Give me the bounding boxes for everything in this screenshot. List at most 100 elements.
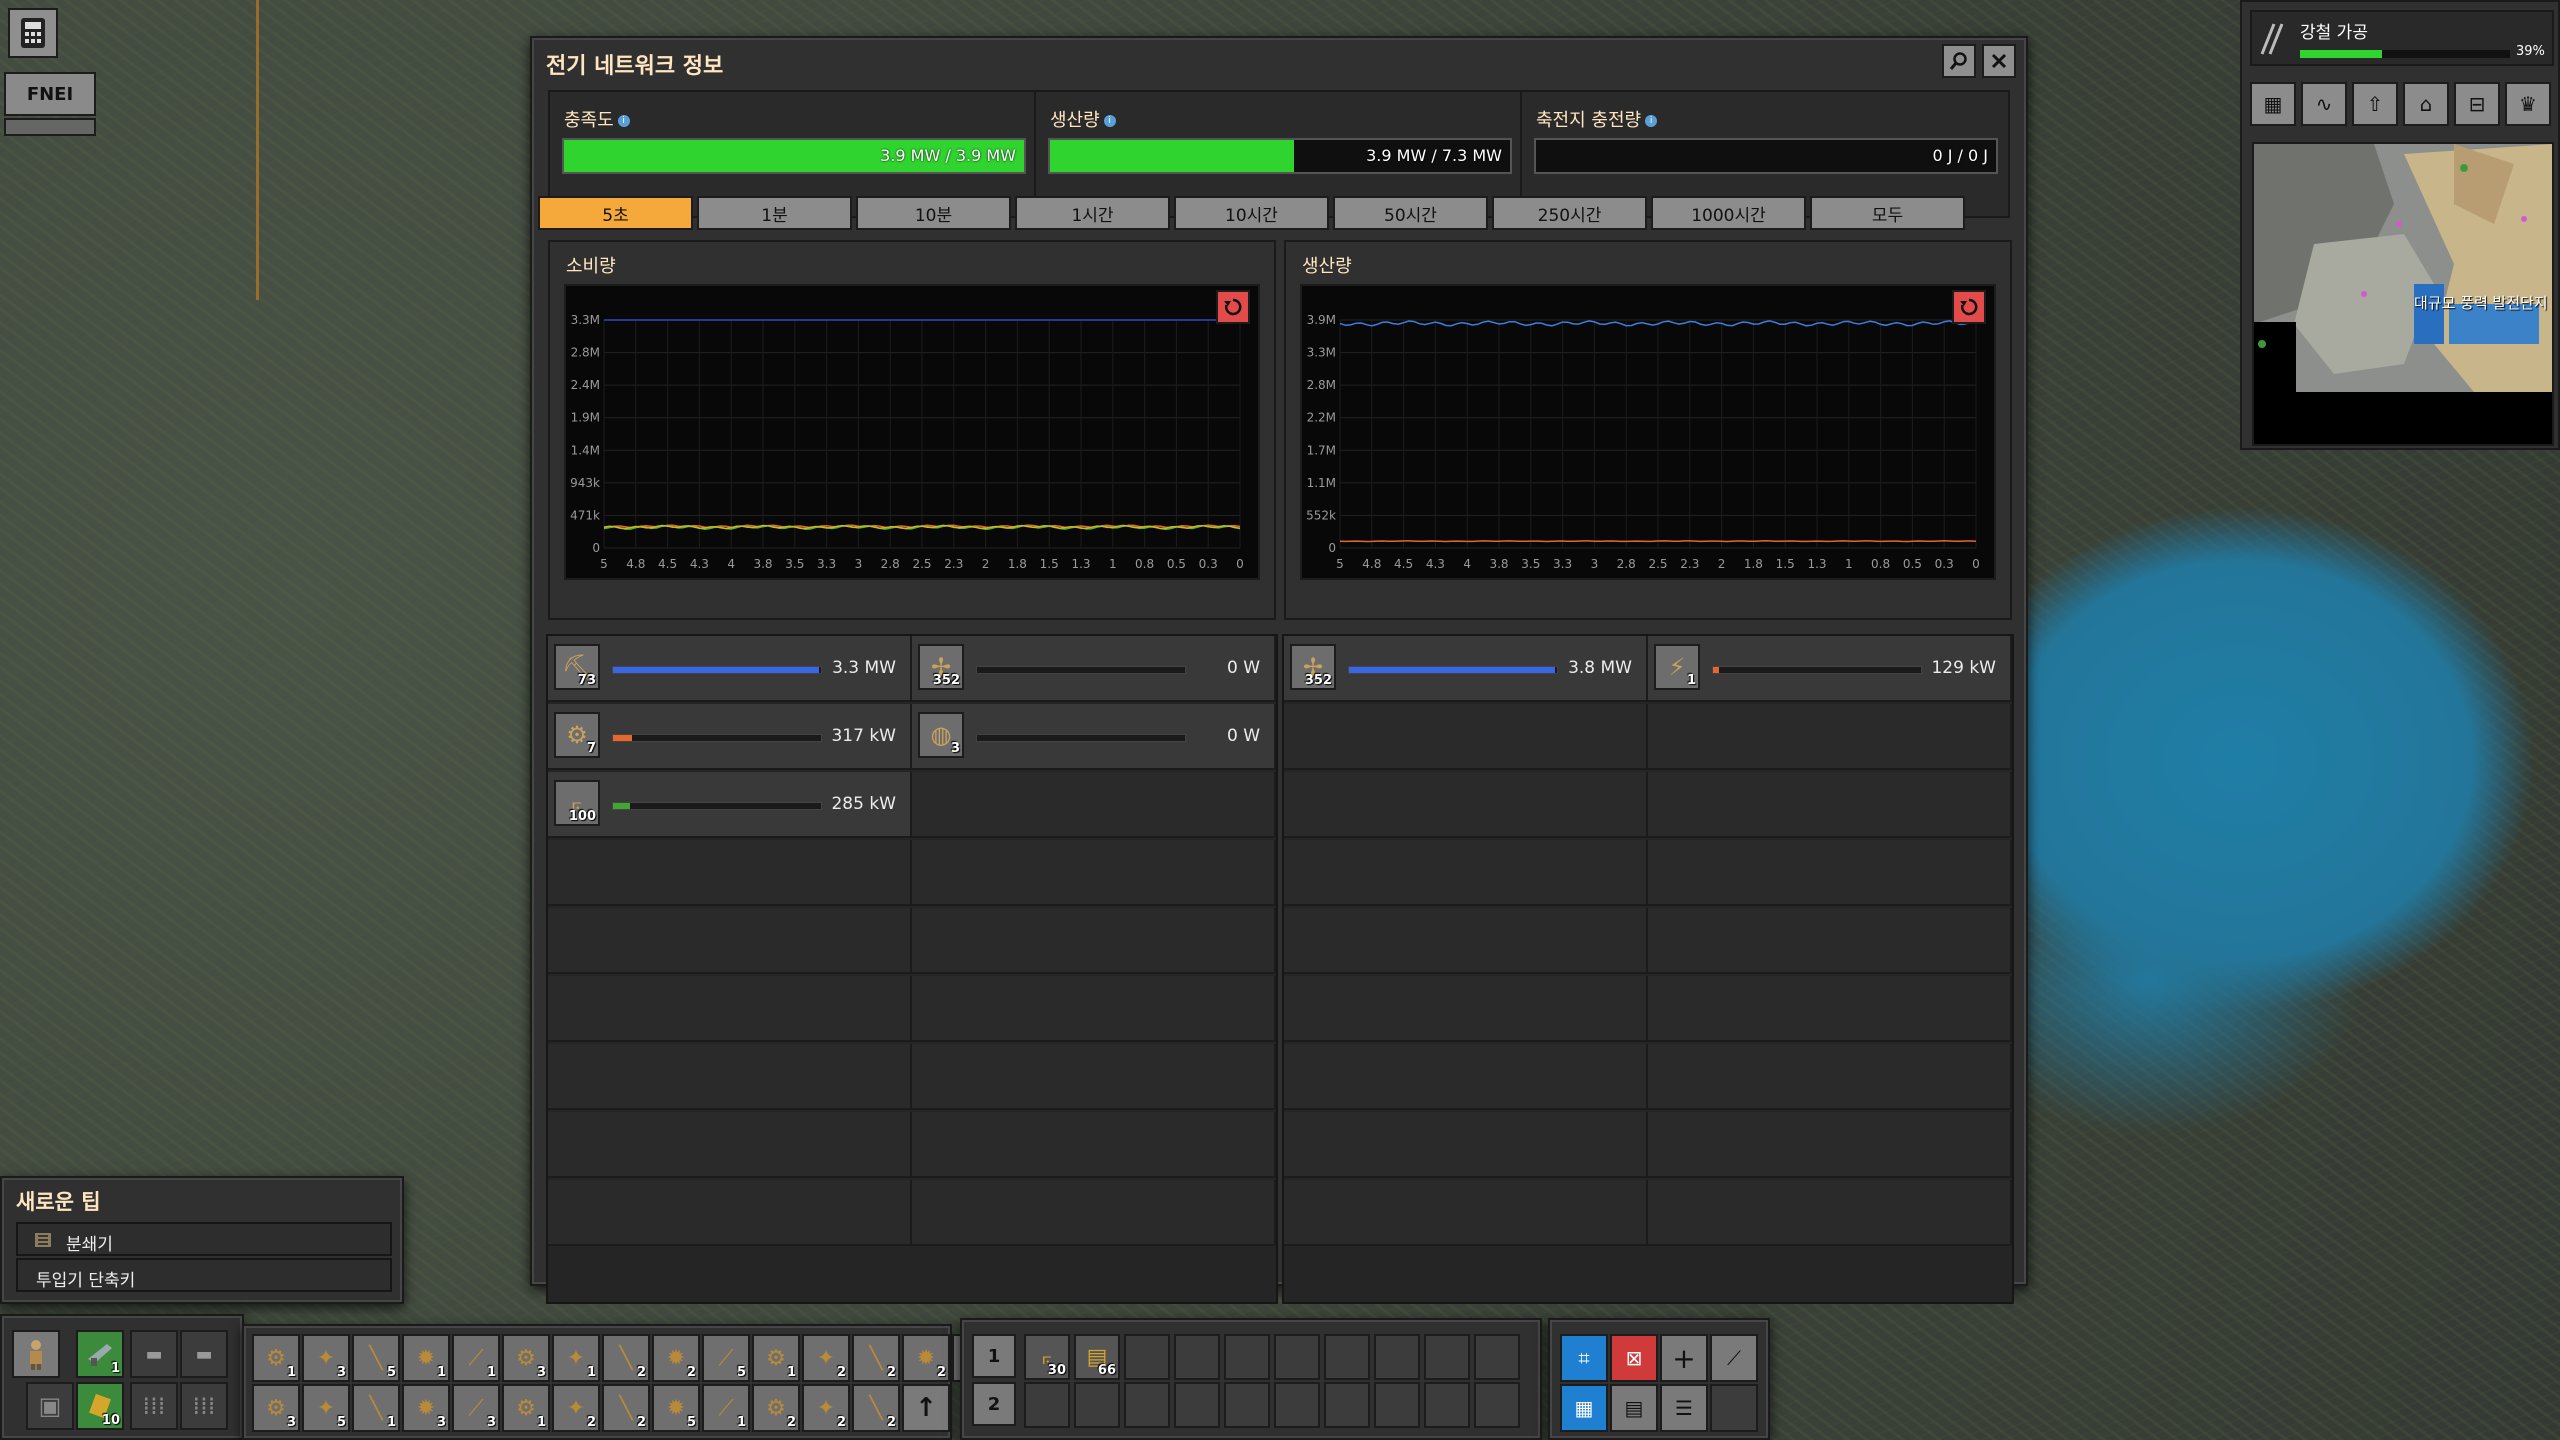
- quickbar-page-slot[interactable]: [1074, 1382, 1120, 1428]
- quickbar-page-slot[interactable]: [1374, 1382, 1420, 1428]
- quickbar-slot[interactable]: ╲ 5: [352, 1334, 400, 1382]
- quickbar-slot[interactable]: ✹ 1: [402, 1334, 450, 1382]
- network-entry[interactable]: ◍ 3 0 W: [912, 704, 1276, 770]
- quickbar-page-slot[interactable]: [1374, 1334, 1420, 1380]
- quickbar-slot[interactable]: ✦ 2: [802, 1384, 850, 1432]
- deconstruct-button[interactable]: ⊠: [1610, 1334, 1658, 1382]
- reset-zoom-button[interactable]: [1952, 290, 1986, 324]
- quickbar-slot[interactable]: ╲ 2: [602, 1334, 650, 1382]
- time-tab[interactable]: 10분: [856, 196, 1011, 230]
- quickbar-page-slot[interactable]: [1324, 1334, 1370, 1380]
- quickbar-page-slot[interactable]: ⟔ 30: [1024, 1334, 1070, 1380]
- armor-slot[interactable]: ▣: [26, 1382, 74, 1430]
- quickbar-slot[interactable]: ✦ 2: [552, 1384, 600, 1432]
- character-slot[interactable]: [12, 1330, 60, 1378]
- quickbar-slot[interactable]: ✹ 2: [652, 1334, 700, 1382]
- quickbar-slot[interactable]: ⚙ 1: [252, 1334, 300, 1382]
- network-entry[interactable]: ⚙ 7 317 kW: [548, 704, 912, 770]
- graduation-cap-button[interactable]: ⌂: [2403, 82, 2449, 126]
- quickbar-page-slot[interactable]: [1124, 1382, 1170, 1428]
- info-icon[interactable]: i: [1103, 115, 1116, 127]
- quickbar-page-slot[interactable]: [1024, 1382, 1070, 1428]
- weapon-slot[interactable]: ▬: [130, 1330, 178, 1378]
- ammo-slot[interactable]: 10: [76, 1382, 124, 1430]
- quickbar-page-slot[interactable]: [1224, 1334, 1270, 1380]
- reset-zoom-button[interactable]: [1216, 290, 1250, 324]
- time-tab[interactable]: 1시간: [1015, 196, 1170, 230]
- calculator-button[interactable]: [8, 8, 58, 58]
- time-tab[interactable]: 250시간: [1492, 196, 1647, 230]
- quickbar-page-slot[interactable]: [1174, 1334, 1220, 1380]
- quickbar-page-slot[interactable]: [1424, 1334, 1470, 1380]
- network-entry[interactable]: ⚡ 1 129 kW: [1648, 636, 2012, 702]
- empty-shortcut-slot[interactable]: [1710, 1384, 1758, 1432]
- quickbar-slot[interactable]: ⚙ 2: [752, 1384, 800, 1432]
- map-button[interactable]: ▦: [2250, 82, 2296, 126]
- info-icon[interactable]: i: [1645, 115, 1658, 127]
- quickbar-slot[interactable]: ⚙ 3: [252, 1384, 300, 1432]
- fnei-button[interactable]: FNEI: [4, 72, 96, 116]
- info-icon[interactable]: i: [617, 115, 630, 127]
- quickbar-slot[interactable]: ╲ 2: [852, 1384, 900, 1432]
- close-button[interactable]: [1982, 44, 2016, 78]
- quickbar-slot[interactable]: ⟋3: [452, 1384, 500, 1432]
- quickbar-slot[interactable]: ╲ 2: [852, 1334, 900, 1382]
- quickbar-page-slot[interactable]: [1174, 1382, 1220, 1428]
- quickbar-page-slot[interactable]: [1424, 1382, 1470, 1428]
- tip-item[interactable]: 투입기 단축키: [16, 1258, 392, 1292]
- quickbar-slot[interactable]: ⟋ 1: [452, 1334, 500, 1382]
- quickbar-slot[interactable]: ✦ 3: [302, 1334, 350, 1382]
- quickbar-slot[interactable]: ✦ 1: [552, 1334, 600, 1382]
- time-tab[interactable]: 1000시간: [1651, 196, 1806, 230]
- calculator-shortcut-button[interactable]: ▤: [1610, 1384, 1658, 1432]
- quickbar-slot[interactable]: ⟋ 1: [702, 1384, 750, 1432]
- rocket-button[interactable]: ⇧: [2352, 82, 2398, 126]
- weapon-slot[interactable]: 1: [76, 1330, 124, 1378]
- quickbar-page-slot[interactable]: [1124, 1334, 1170, 1380]
- minimap[interactable]: 대규모 풍력 발전단지: [2252, 142, 2554, 446]
- weapon-slot[interactable]: ▬: [180, 1330, 228, 1378]
- quickbar-slot[interactable]: ✦ 5: [302, 1384, 350, 1432]
- ammo-slot[interactable]: ⁞⁞⁞: [130, 1382, 178, 1430]
- train-button[interactable]: ⊟: [2454, 82, 2500, 126]
- time-tab[interactable]: 5초: [538, 196, 693, 230]
- quickbar-slot[interactable]: ✹ 2: [902, 1334, 950, 1382]
- quickbar-page-slot[interactable]: [1474, 1334, 1520, 1380]
- quickbar-slot[interactable]: ✹ 5: [652, 1384, 700, 1432]
- pulse-button[interactable]: ∿: [2301, 82, 2347, 126]
- quickbar-slot[interactable]: ╲ 1: [352, 1384, 400, 1432]
- quickbar-slot[interactable]: ⚙ 1: [752, 1334, 800, 1382]
- network-entry[interactable]: ⛏ 73 3.3 MW: [548, 636, 912, 702]
- add-button[interactable]: +: [1660, 1334, 1708, 1382]
- quickbar-slot[interactable]: ⚙ 3: [502, 1334, 550, 1382]
- quickbar-page-slot[interactable]: [1224, 1382, 1270, 1428]
- trophy-button[interactable]: ♛: [2505, 82, 2551, 126]
- quickbar-page-slot[interactable]: [1474, 1382, 1520, 1428]
- quickbar-slot[interactable]: ✹ 3: [402, 1384, 450, 1432]
- page-1-button[interactable]: 1: [972, 1334, 1016, 1378]
- quickbar-slot[interactable]: ↑: [902, 1384, 950, 1432]
- network-entry[interactable]: ⟔ 100 285 kW: [548, 772, 912, 838]
- page-2-button[interactable]: 2: [972, 1382, 1016, 1426]
- research-progress[interactable]: 강철 가공 39%: [2250, 10, 2554, 66]
- ammo-slot[interactable]: ⁞⁞⁞: [180, 1382, 228, 1430]
- select-blueprint-button[interactable]: ⌗: [1560, 1334, 1608, 1382]
- time-tab[interactable]: 1분: [697, 196, 852, 230]
- copy-paste-button[interactable]: ⟋: [1710, 1334, 1758, 1382]
- quickbar-slot[interactable]: ✦ 2: [802, 1334, 850, 1382]
- quickbar-slot[interactable]: ⟋ 5: [702, 1334, 750, 1382]
- search-button[interactable]: [1942, 44, 1976, 78]
- network-entry[interactable]: ✢ 352 3.8 MW: [1284, 636, 1648, 702]
- fnei-toggle[interactable]: [4, 118, 96, 136]
- quickbar-page-slot[interactable]: ▤ 66: [1074, 1334, 1120, 1380]
- blueprint-book-button[interactable]: ▦: [1560, 1384, 1608, 1432]
- quickbar-slot[interactable]: ⚙ 1: [502, 1384, 550, 1432]
- time-tab[interactable]: 10시간: [1174, 196, 1329, 230]
- tip-item[interactable]: 분쇄기: [16, 1222, 392, 1256]
- time-tab[interactable]: 모두: [1810, 196, 1965, 230]
- time-tab[interactable]: 50시간: [1333, 196, 1488, 230]
- list-button[interactable]: ☰: [1660, 1384, 1708, 1432]
- network-entry[interactable]: ✢ 352 0 W: [912, 636, 1276, 702]
- quickbar-page-slot[interactable]: [1274, 1382, 1320, 1428]
- quickbar-page-slot[interactable]: [1274, 1334, 1320, 1380]
